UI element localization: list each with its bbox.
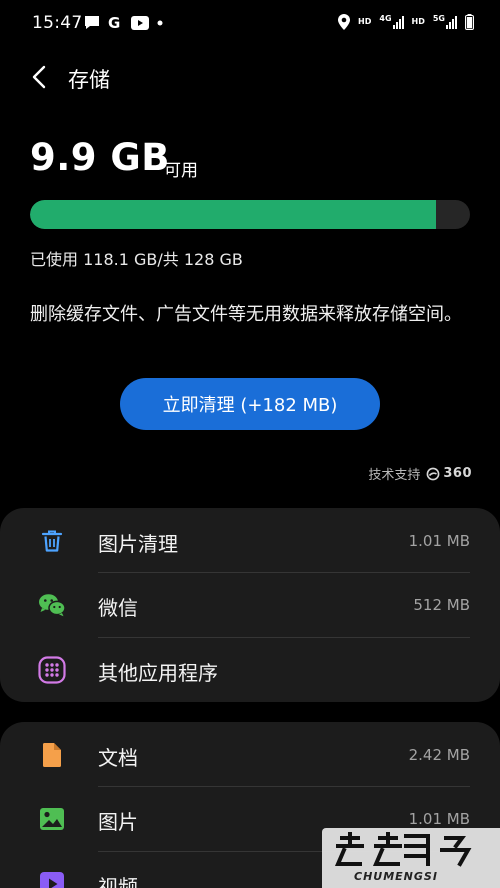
list-item-wechat[interactable]: 微信 512 MB <box>0 573 500 637</box>
watermark-text: CHUMENGSI <box>354 870 438 883</box>
notification-icons: G <box>84 15 163 30</box>
chevron-left-icon <box>32 65 46 89</box>
list-item-size: 1.01 MB <box>408 810 470 828</box>
hd-icon: HD <box>358 17 372 26</box>
list-item-size: 2.42 MB <box>408 746 470 764</box>
status-time: 15:47 <box>32 13 83 33</box>
google-icon: G <box>108 15 120 30</box>
system-icons: HD 4G HD 5G <box>338 14 474 30</box>
list-item-label: 微信 <box>98 596 138 620</box>
powered-by: 技术支持 360 <box>368 464 472 483</box>
list-item-other-apps[interactable]: 其他应用程序 <box>0 638 500 702</box>
free-storage-label: 可用 <box>164 161 198 181</box>
list-item-label: 图片清理 <box>98 532 178 556</box>
list-item-image-cleanup[interactable]: 图片清理 1.01 MB <box>0 509 500 573</box>
watermark-logo-icon <box>334 832 472 867</box>
battery-icon <box>465 14 474 30</box>
storage-usage-text: 已使用 118.1 GB/共 128 GB <box>30 250 243 269</box>
wechat-icon <box>38 591 66 619</box>
video-icon <box>38 870 66 888</box>
hd-icon-2: HD <box>411 17 425 26</box>
list-item-label: 文档 <box>98 746 138 770</box>
message-icon <box>85 16 99 29</box>
list-item-label: 其他应用程序 <box>98 661 218 685</box>
list-item-label: 视频 <box>98 875 138 888</box>
free-storage-amount: 9.9 GB <box>30 136 170 179</box>
cleanup-card: 图片清理 1.01 MB 微信 512 MB 其他应用程序 <box>0 508 500 702</box>
back-button[interactable] <box>26 62 52 92</box>
360-logo-icon <box>426 467 440 480</box>
4g-signal-icon: 4G <box>379 15 404 29</box>
list-item-size: 1.01 MB <box>408 532 470 550</box>
page-title: 存储 <box>68 68 110 92</box>
dot-icon <box>157 20 163 25</box>
status-bar: 15:47 G HD 4G HD 5G <box>0 0 500 50</box>
5g-signal-icon: 5G <box>433 15 457 29</box>
header: 存储 <box>0 56 500 100</box>
youtube-icon <box>131 15 149 30</box>
list-item-size: 512 MB <box>413 596 470 614</box>
list-item-label: 图片 <box>98 810 138 834</box>
clean-description: 删除缓存文件、广告文件等无用数据来释放存储空间。 <box>30 304 462 325</box>
powered-by-label: 技术支持 <box>368 468 421 483</box>
apps-grid-icon <box>38 656 66 684</box>
clean-now-button[interactable]: 立即清理 (+182 MB) <box>120 378 380 430</box>
provider-name: 360 <box>443 466 472 481</box>
list-item-documents[interactable]: 文档 2.42 MB <box>0 723 500 787</box>
document-icon <box>38 741 66 769</box>
watermark: CHUMENGSI <box>322 828 500 888</box>
provider-logo: 360 <box>426 466 472 481</box>
trash-icon <box>38 527 66 555</box>
svg-text:G: G <box>108 15 120 30</box>
image-icon <box>38 805 66 833</box>
location-icon <box>338 14 351 30</box>
storage-usage-fill <box>30 200 437 229</box>
storage-usage-bar <box>30 200 470 229</box>
